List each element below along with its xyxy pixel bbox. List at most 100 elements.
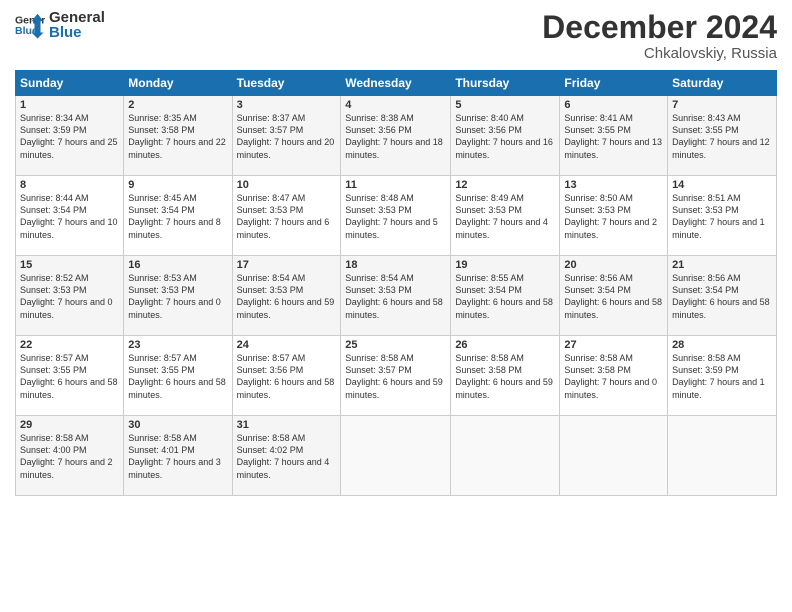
day-info: Sunrise: 8:54 AMSunset: 3:53 PMDaylight:…	[237, 273, 335, 319]
day-info: Sunrise: 8:41 AMSunset: 3:55 PMDaylight:…	[564, 113, 662, 159]
day-info: Sunrise: 8:47 AMSunset: 3:53 PMDaylight:…	[237, 193, 330, 239]
day-info: Sunrise: 8:58 AMSunset: 3:57 PMDaylight:…	[345, 353, 443, 399]
page: General Blue General Blue December 2024 …	[0, 0, 792, 612]
col-thursday: Thursday	[451, 71, 560, 96]
table-row: 1 Sunrise: 8:34 AMSunset: 3:59 PMDayligh…	[16, 96, 124, 176]
day-number: 28	[672, 339, 772, 351]
day-number: 18	[345, 259, 446, 271]
table-row	[668, 416, 777, 496]
day-number: 9	[128, 179, 227, 191]
day-info: Sunrise: 8:58 AMSunset: 4:00 PMDaylight:…	[20, 433, 113, 479]
table-row: 22 Sunrise: 8:57 AMSunset: 3:55 PMDaylig…	[16, 336, 124, 416]
table-row: 2 Sunrise: 8:35 AMSunset: 3:58 PMDayligh…	[124, 96, 232, 176]
logo: General Blue General Blue	[15, 10, 105, 40]
day-info: Sunrise: 8:58 AMSunset: 3:59 PMDaylight:…	[672, 353, 765, 399]
title-section: December 2024 Chkalovskiy, Russia	[542, 10, 777, 62]
day-number: 25	[345, 339, 446, 351]
day-info: Sunrise: 8:43 AMSunset: 3:55 PMDaylight:…	[672, 113, 770, 159]
day-number: 14	[672, 179, 772, 191]
table-row: 5 Sunrise: 8:40 AMSunset: 3:56 PMDayligh…	[451, 96, 560, 176]
day-info: Sunrise: 8:54 AMSunset: 3:53 PMDaylight:…	[345, 273, 443, 319]
col-monday: Monday	[124, 71, 232, 96]
table-row: 15 Sunrise: 8:52 AMSunset: 3:53 PMDaylig…	[16, 256, 124, 336]
calendar-week-row: 22 Sunrise: 8:57 AMSunset: 3:55 PMDaylig…	[16, 336, 777, 416]
calendar: Sunday Monday Tuesday Wednesday Thursday…	[15, 70, 777, 496]
calendar-week-row: 1 Sunrise: 8:34 AMSunset: 3:59 PMDayligh…	[16, 96, 777, 176]
table-row: 8 Sunrise: 8:44 AMSunset: 3:54 PMDayligh…	[16, 176, 124, 256]
col-saturday: Saturday	[668, 71, 777, 96]
month-title: December 2024	[542, 10, 777, 45]
table-row: 28 Sunrise: 8:58 AMSunset: 3:59 PMDaylig…	[668, 336, 777, 416]
day-number: 24	[237, 339, 337, 351]
day-number: 16	[128, 259, 227, 271]
day-info: Sunrise: 8:57 AMSunset: 3:56 PMDaylight:…	[237, 353, 335, 399]
calendar-header-row: Sunday Monday Tuesday Wednesday Thursday…	[16, 71, 777, 96]
day-info: Sunrise: 8:38 AMSunset: 3:56 PMDaylight:…	[345, 113, 443, 159]
day-number: 1	[20, 99, 119, 111]
col-wednesday: Wednesday	[341, 71, 451, 96]
col-sunday: Sunday	[16, 71, 124, 96]
table-row: 12 Sunrise: 8:49 AMSunset: 3:53 PMDaylig…	[451, 176, 560, 256]
logo-general: General	[49, 10, 105, 25]
day-info: Sunrise: 8:57 AMSunset: 3:55 PMDaylight:…	[20, 353, 118, 399]
day-info: Sunrise: 8:35 AMSunset: 3:58 PMDaylight:…	[128, 113, 226, 159]
table-row: 17 Sunrise: 8:54 AMSunset: 3:53 PMDaylig…	[232, 256, 341, 336]
day-number: 10	[237, 179, 337, 191]
day-number: 23	[128, 339, 227, 351]
day-number: 3	[237, 99, 337, 111]
day-number: 2	[128, 99, 227, 111]
day-info: Sunrise: 8:58 AMSunset: 3:58 PMDaylight:…	[455, 353, 553, 399]
day-number: 21	[672, 259, 772, 271]
table-row	[560, 416, 668, 496]
table-row	[451, 416, 560, 496]
day-number: 30	[128, 419, 227, 431]
day-info: Sunrise: 8:34 AMSunset: 3:59 PMDaylight:…	[20, 113, 118, 159]
location: Chkalovskiy, Russia	[542, 45, 777, 62]
day-info: Sunrise: 8:58 AMSunset: 4:02 PMDaylight:…	[237, 433, 330, 479]
day-info: Sunrise: 8:55 AMSunset: 3:54 PMDaylight:…	[455, 273, 553, 319]
day-info: Sunrise: 8:50 AMSunset: 3:53 PMDaylight:…	[564, 193, 657, 239]
col-friday: Friday	[560, 71, 668, 96]
logo-icon: General Blue	[15, 10, 45, 40]
table-row: 24 Sunrise: 8:57 AMSunset: 3:56 PMDaylig…	[232, 336, 341, 416]
day-number: 22	[20, 339, 119, 351]
day-info: Sunrise: 8:56 AMSunset: 3:54 PMDaylight:…	[672, 273, 770, 319]
table-row: 27 Sunrise: 8:58 AMSunset: 3:58 PMDaylig…	[560, 336, 668, 416]
table-row: 23 Sunrise: 8:57 AMSunset: 3:55 PMDaylig…	[124, 336, 232, 416]
day-info: Sunrise: 8:40 AMSunset: 3:56 PMDaylight:…	[455, 113, 553, 159]
day-number: 15	[20, 259, 119, 271]
day-info: Sunrise: 8:49 AMSunset: 3:53 PMDaylight:…	[455, 193, 548, 239]
day-number: 11	[345, 179, 446, 191]
table-row: 11 Sunrise: 8:48 AMSunset: 3:53 PMDaylig…	[341, 176, 451, 256]
table-row: 18 Sunrise: 8:54 AMSunset: 3:53 PMDaylig…	[341, 256, 451, 336]
day-number: 7	[672, 99, 772, 111]
day-info: Sunrise: 8:45 AMSunset: 3:54 PMDaylight:…	[128, 193, 221, 239]
day-info: Sunrise: 8:53 AMSunset: 3:53 PMDaylight:…	[128, 273, 221, 319]
day-number: 27	[564, 339, 663, 351]
table-row: 26 Sunrise: 8:58 AMSunset: 3:58 PMDaylig…	[451, 336, 560, 416]
day-number: 17	[237, 259, 337, 271]
calendar-week-row: 8 Sunrise: 8:44 AMSunset: 3:54 PMDayligh…	[16, 176, 777, 256]
day-info: Sunrise: 8:48 AMSunset: 3:53 PMDaylight:…	[345, 193, 438, 239]
table-row: 30 Sunrise: 8:58 AMSunset: 4:01 PMDaylig…	[124, 416, 232, 496]
day-number: 12	[455, 179, 555, 191]
day-number: 19	[455, 259, 555, 271]
table-row: 3 Sunrise: 8:37 AMSunset: 3:57 PMDayligh…	[232, 96, 341, 176]
logo-blue: Blue	[49, 25, 105, 40]
day-number: 20	[564, 259, 663, 271]
table-row: 9 Sunrise: 8:45 AMSunset: 3:54 PMDayligh…	[124, 176, 232, 256]
col-tuesday: Tuesday	[232, 71, 341, 96]
day-info: Sunrise: 8:58 AMSunset: 4:01 PMDaylight:…	[128, 433, 221, 479]
table-row: 16 Sunrise: 8:53 AMSunset: 3:53 PMDaylig…	[124, 256, 232, 336]
table-row: 19 Sunrise: 8:55 AMSunset: 3:54 PMDaylig…	[451, 256, 560, 336]
day-number: 26	[455, 339, 555, 351]
calendar-week-row: 15 Sunrise: 8:52 AMSunset: 3:53 PMDaylig…	[16, 256, 777, 336]
day-info: Sunrise: 8:51 AMSunset: 3:53 PMDaylight:…	[672, 193, 765, 239]
day-number: 4	[345, 99, 446, 111]
day-info: Sunrise: 8:37 AMSunset: 3:57 PMDaylight:…	[237, 113, 335, 159]
table-row: 6 Sunrise: 8:41 AMSunset: 3:55 PMDayligh…	[560, 96, 668, 176]
table-row: 21 Sunrise: 8:56 AMSunset: 3:54 PMDaylig…	[668, 256, 777, 336]
day-info: Sunrise: 8:56 AMSunset: 3:54 PMDaylight:…	[564, 273, 662, 319]
table-row	[341, 416, 451, 496]
day-info: Sunrise: 8:58 AMSunset: 3:58 PMDaylight:…	[564, 353, 657, 399]
